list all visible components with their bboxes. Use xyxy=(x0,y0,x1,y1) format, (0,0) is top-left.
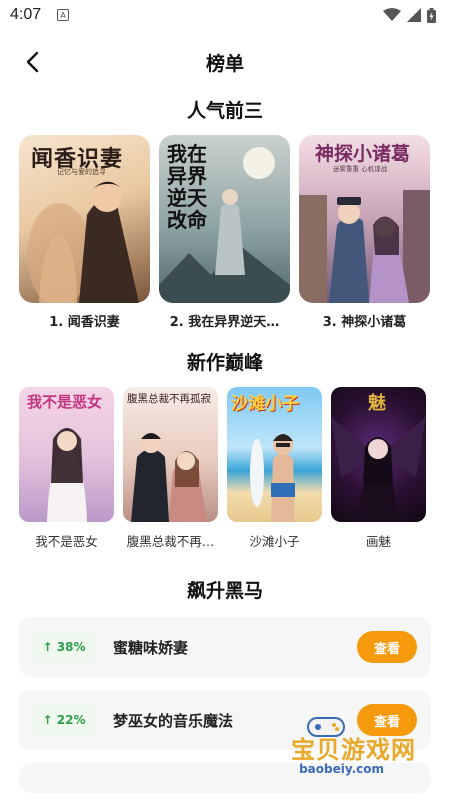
growth-percent: ↑ 38% xyxy=(33,631,95,663)
top3-card-label: 3. 神探小诸葛 xyxy=(322,315,407,330)
book-cover: 腹黑总裁不再孤寂 xyxy=(123,387,218,522)
rising-item[interactable]: ↑ 38% 蜜糖味娇妻 查看 xyxy=(19,617,431,677)
cover-subtitle: 记忆与爱的追寻 xyxy=(57,168,106,176)
cover-title: 我在异界逆天改命 xyxy=(167,142,207,232)
status-bar: 4:07 A xyxy=(0,0,450,30)
wifi-icon xyxy=(383,8,401,21)
cover-title: 沙滩小子 xyxy=(231,394,299,414)
new-work-label: 画魅 xyxy=(365,534,391,549)
top3-card-3[interactable]: 神探小诸葛 迷雾重重 心机谍战 3. 神探小诸葛 xyxy=(299,135,430,330)
rising-list: ↑ 38% 蜜糖味娇妻 查看 ↑ 22% 梦巫女的音乐魔法 查看 xyxy=(0,617,450,793)
top3-list: 闻香识妻 记忆与爱的追寻 1. 闻香识妻 我在异界逆天改命 2. 我在异界逆天… xyxy=(0,135,450,330)
growth-percent: ↑ 22% xyxy=(33,704,95,736)
view-button[interactable]: 查看 xyxy=(357,631,417,663)
rising-item-name: 蜜糖味娇妻 xyxy=(113,638,189,657)
new-work-card-4[interactable]: 魅 画魅 xyxy=(331,387,426,550)
rising-item[interactable]: ↑ 22% 梦巫女的音乐魔法 查看 xyxy=(19,690,431,750)
status-time: 4:07 xyxy=(10,6,42,23)
new-work-label: 沙滩小子 xyxy=(249,534,300,549)
section-title-new: 新作巅峰 xyxy=(186,352,263,374)
book-cover: 我不是恶女 xyxy=(19,387,114,522)
new-work-card-3[interactable]: 沙滩小子 沙滩小子 xyxy=(227,387,322,550)
section-title-rising: 飙升黑马 xyxy=(186,580,263,602)
status-icons xyxy=(383,7,436,23)
cover-title: 我不是恶女 xyxy=(27,393,103,411)
cover-title: 腹黑总裁不再孤寂 xyxy=(127,393,211,405)
back-button[interactable] xyxy=(16,46,48,78)
top3-card-2[interactable]: 我在异界逆天改命 2. 我在异界逆天… xyxy=(159,135,290,330)
section-title-top3: 人气前三 xyxy=(186,100,263,122)
cover-title: 神探小诸葛 xyxy=(315,143,411,165)
battery-icon xyxy=(427,7,436,23)
rising-item-partial[interactable] xyxy=(19,763,431,793)
new-work-label: 我不是恶女 xyxy=(35,534,98,549)
book-cover: 闻香识妻 记忆与爱的追寻 xyxy=(19,135,150,303)
page-header: 榜单 xyxy=(0,30,450,94)
book-cover: 魅 xyxy=(331,387,426,522)
book-cover: 沙滩小子 xyxy=(227,387,322,522)
new-work-label: 腹黑总裁不再… xyxy=(126,534,215,549)
rising-item-name: 梦巫女的音乐魔法 xyxy=(113,711,234,730)
signal-icon xyxy=(407,8,421,22)
new-works-list: 我不是恶女 我不是恶女 腹黑总裁不再孤寂 腹黑总裁不再… 沙滩小子 沙滩小子 魅… xyxy=(0,387,450,550)
book-cover: 神探小诸葛 迷雾重重 心机谍战 xyxy=(299,135,430,303)
cover-title: 魅 xyxy=(368,393,386,414)
cover-subtitle: 迷雾重重 心机谍战 xyxy=(333,165,388,173)
top3-card-label: 1. 闻香识妻 xyxy=(49,315,120,330)
top3-card-label: 2. 我在异界逆天… xyxy=(169,315,280,330)
book-cover: 我在异界逆天改命 xyxy=(159,135,290,303)
notification-badge-icon: A xyxy=(57,9,70,21)
new-work-card-1[interactable]: 我不是恶女 我不是恶女 xyxy=(19,387,114,550)
top3-card-1[interactable]: 闻香识妻 记忆与爱的追寻 1. 闻香识妻 xyxy=(19,135,150,330)
new-work-card-2[interactable]: 腹黑总裁不再孤寂 腹黑总裁不再… xyxy=(123,387,218,550)
view-button[interactable]: 查看 xyxy=(357,704,417,736)
page-title: 榜单 xyxy=(205,52,244,75)
chevron-left-icon xyxy=(26,51,39,73)
